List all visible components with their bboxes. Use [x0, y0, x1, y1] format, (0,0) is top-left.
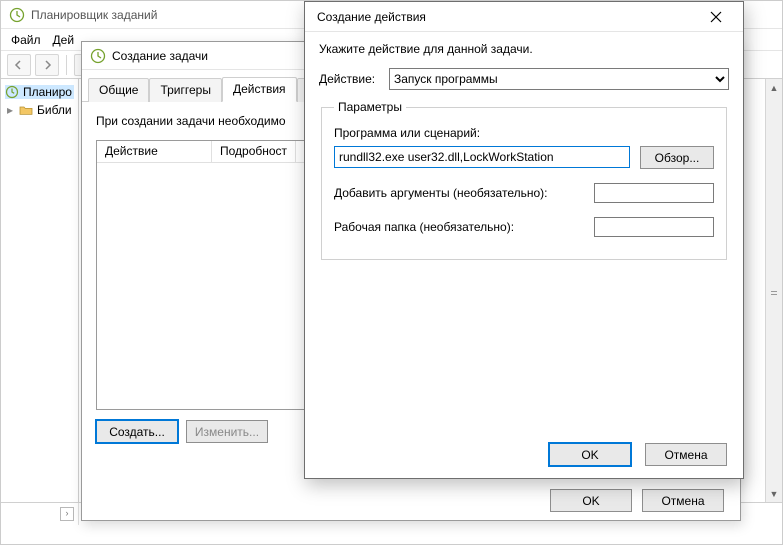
create-action-dialog: Создание действия Укажите действие для д…	[304, 1, 744, 479]
nav-tree: Планиро ▸ Библи	[1, 79, 79, 502]
status-cell: ›	[1, 503, 79, 525]
program-input[interactable]	[334, 146, 630, 168]
toolbar-separator	[66, 55, 67, 75]
tree-item-label: Планиро	[23, 85, 72, 99]
clock-icon	[90, 48, 106, 64]
create-button[interactable]: Создать...	[96, 420, 178, 443]
parameters-group: Параметры Программа или сценарий: Обзор.…	[321, 100, 727, 260]
menu-file[interactable]: Файл	[11, 33, 41, 47]
folder-icon	[19, 103, 33, 117]
arguments-label: Добавить аргументы (необязательно):	[334, 186, 547, 200]
scroll-down-icon[interactable]: ▼	[766, 485, 782, 502]
close-icon	[710, 11, 722, 23]
vertical-scrollbar[interactable]: ▲ ▼	[765, 79, 782, 502]
clock-icon	[9, 7, 25, 23]
ok-button[interactable]: OK	[550, 489, 632, 512]
nav-back-button[interactable]	[7, 54, 31, 76]
cancel-button[interactable]: Отмена	[642, 489, 724, 512]
close-button[interactable]	[695, 4, 737, 30]
tree-item-library[interactable]: ▸ Библи	[5, 103, 74, 117]
menu-action[interactable]: Дей	[53, 33, 75, 47]
arguments-input[interactable]	[594, 183, 714, 203]
nav-forward-button[interactable]	[35, 54, 59, 76]
tab-triggers[interactable]: Триггеры	[149, 78, 222, 102]
scroll-thumb[interactable]	[771, 291, 777, 295]
tree-root-scheduler[interactable]: Планиро	[5, 85, 74, 99]
edit-button: Изменить...	[186, 420, 268, 443]
expander-icon[interactable]: ▸	[5, 103, 15, 117]
action-type-label: Действие:	[319, 72, 379, 86]
workdir-label: Рабочая папка (необязательно):	[334, 220, 514, 234]
action-type-select[interactable]: Запуск программы	[389, 68, 729, 90]
ok-button[interactable]: OK	[549, 443, 631, 466]
tab-actions[interactable]: Действия	[222, 77, 297, 102]
dialog-titlebar: Создание действия	[305, 2, 743, 32]
scroll-right-button[interactable]: ›	[60, 507, 74, 521]
program-label: Программа или сценарий:	[334, 126, 714, 140]
browse-button[interactable]: Обзор...	[640, 146, 714, 169]
scroll-up-icon[interactable]: ▲	[766, 79, 782, 96]
window-title: Планировщик заданий	[31, 8, 157, 22]
instruction-text: Укажите действие для данной задачи.	[319, 42, 729, 56]
column-action[interactable]: Действие	[97, 141, 212, 162]
column-details[interactable]: Подробност	[212, 141, 296, 162]
dialog-title: Создание действия	[317, 10, 426, 24]
workdir-input[interactable]	[594, 217, 714, 237]
parameters-legend: Параметры	[334, 100, 406, 114]
clock-icon	[5, 85, 19, 99]
dialog-title: Создание задачи	[112, 49, 208, 63]
cancel-button[interactable]: Отмена	[645, 443, 727, 466]
tree-item-label: Библи	[37, 103, 72, 117]
tab-general[interactable]: Общие	[88, 78, 149, 102]
